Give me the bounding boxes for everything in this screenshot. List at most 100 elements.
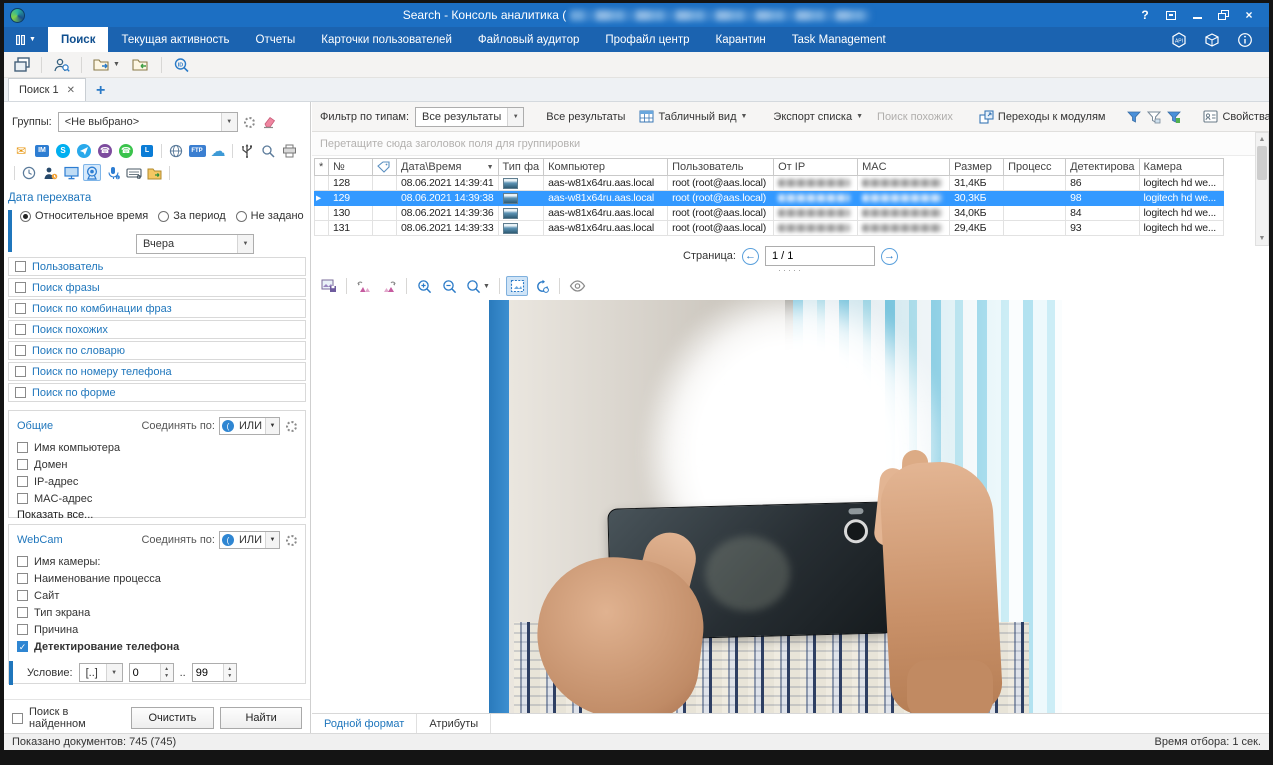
menu-tab-profile-center[interactable]: Профайл центр (592, 27, 702, 52)
viber-icon[interactable]: ☎ (96, 142, 114, 159)
telegram-icon[interactable] (75, 142, 93, 159)
search-in-found-checkbox[interactable] (12, 713, 23, 724)
eye-button[interactable] (566, 276, 588, 296)
export-folder-button[interactable]: ▼ (89, 55, 124, 75)
api-icon[interactable]: API (1170, 31, 1187, 48)
checkbox[interactable] (17, 459, 28, 470)
ftp-icon[interactable]: FTP (188, 142, 206, 159)
radio-not-set[interactable]: Не задано (236, 210, 304, 222)
common-cb-mac[interactable]: MAC-адрес (17, 490, 297, 507)
condition-from-spinner[interactable]: ▲▼ (129, 663, 174, 682)
webcam-cb-camera-name[interactable]: Имя камеры: (17, 553, 297, 570)
splitter-handle[interactable]: ····· (312, 266, 1269, 274)
keyboard-icon[interactable]: i (125, 164, 143, 181)
mail-icon[interactable]: ✉ (12, 142, 30, 159)
image-viewer[interactable]: mi (312, 300, 1269, 713)
monitor-icon[interactable] (62, 164, 80, 181)
checkbox[interactable] (17, 590, 28, 601)
col-size[interactable]: Размер (950, 159, 1004, 176)
chevron-down-icon[interactable]: ▼ (221, 113, 237, 131)
checkbox[interactable] (17, 573, 28, 584)
chevron-down-icon[interactable]: ▼ (265, 532, 279, 548)
col-filetype[interactable]: Тип фа (498, 159, 544, 176)
tab-native-format[interactable]: Родной формат (312, 714, 417, 734)
menu-tab-file-auditor[interactable]: Файловый аудитор (465, 27, 593, 52)
menu-tab-reports[interactable]: Отчеты (243, 27, 309, 52)
folder-share-icon[interactable] (146, 164, 164, 181)
user-search-button[interactable] (49, 55, 74, 75)
table-row[interactable]: 130 08.06.2021 14:39:36 aas-w81x64ru.aas… (315, 206, 1224, 221)
rotate-right-button[interactable] (378, 276, 400, 296)
clear-button[interactable]: Очистить (131, 707, 215, 729)
modules-button[interactable]: Переходы к модулям (975, 108, 1110, 126)
col-from-ip[interactable]: От IP (774, 159, 858, 176)
http-globe-icon[interactable] (167, 142, 185, 159)
reset-view-button[interactable] (531, 276, 553, 296)
join-by-select[interactable]: ( ИЛИ ▼ (219, 417, 280, 435)
condition-to-input[interactable] (193, 667, 223, 679)
webcam-cb-reason[interactable]: Причина (17, 621, 297, 638)
scroll-thumb[interactable] (1257, 146, 1267, 180)
checkbox[interactable] (17, 442, 28, 453)
skype-icon[interactable]: S (54, 142, 72, 159)
webcam-icon[interactable] (83, 164, 101, 181)
info-icon[interactable] (1236, 31, 1253, 48)
checkbox[interactable] (15, 303, 26, 314)
sort-desc-icon[interactable]: ▼ (487, 164, 494, 171)
show-all-link[interactable]: Показать все... (17, 509, 297, 521)
col-process[interactable]: Процесс (1004, 159, 1066, 176)
chevron-down-icon[interactable]: ▼ (237, 235, 253, 253)
device-search-icon[interactable] (259, 142, 277, 159)
checkbox[interactable] (17, 476, 28, 487)
menu-tab-task-management[interactable]: Task Management (779, 27, 899, 52)
groups-settings-gear-icon[interactable] (244, 117, 255, 128)
rotate-left-button[interactable] (353, 276, 375, 296)
col-datetime[interactable]: Дата\Время▼ (397, 159, 499, 176)
cloud-icon[interactable]: ☁ (209, 142, 227, 159)
checkbox[interactable] (15, 324, 26, 335)
tab-attributes[interactable]: Атрибуты (417, 714, 491, 734)
menu-tab-user-cards[interactable]: Карточки пользователей (308, 27, 465, 52)
checkbox[interactable] (17, 493, 28, 504)
table-row-selected[interactable]: ▸ 129 08.06.2021 14:39:38 aas-w81x64ru.a… (315, 191, 1224, 206)
zoom-in-button[interactable] (413, 276, 435, 296)
search-similar-button[interactable]: Поиск похожих (873, 109, 957, 125)
checkbox[interactable] (17, 624, 28, 635)
help-button[interactable]: ? (1139, 9, 1151, 21)
printer-icon[interactable] (280, 142, 298, 159)
prev-page-button[interactable]: ← (742, 248, 759, 265)
filter-phrase[interactable]: Поиск фразы (8, 278, 306, 297)
spinner-arrows-icon[interactable]: ▲▼ (223, 664, 236, 681)
funnel-clear-icon[interactable] (1147, 107, 1161, 127)
funnel-edit-icon[interactable] (1167, 107, 1181, 127)
checkbox[interactable] (17, 556, 28, 567)
clock-icon[interactable] (20, 164, 38, 181)
menu-tab-quarantine[interactable]: Карантин (703, 27, 779, 52)
webcam-cb-phone-detection[interactable]: ✓Детектирование телефона (17, 638, 297, 655)
relative-time-select[interactable]: Вчера ▼ (136, 234, 254, 254)
close-button[interactable]: × (1243, 9, 1255, 21)
im-icon[interactable]: IM (33, 142, 51, 159)
checkbox[interactable] (15, 282, 26, 293)
common-cb-ip[interactable]: IP-адрес (17, 473, 297, 490)
whatsapp-icon[interactable]: ☎ (117, 142, 135, 159)
chevron-down-icon[interactable]: ▼ (106, 664, 122, 681)
group-by-hint[interactable]: Перетащите сюда заголовок поля для групп… (312, 132, 1255, 156)
checkbox[interactable] (17, 607, 28, 618)
lync-icon[interactable]: L (138, 142, 156, 159)
microphone-icon[interactable]: i (104, 164, 122, 181)
webcam-cb-site[interactable]: Сайт (17, 587, 297, 604)
add-tab-button[interactable]: + (96, 83, 105, 99)
col-computer[interactable]: Компьютер (544, 159, 668, 176)
usb-icon[interactable] (238, 142, 256, 159)
type-filter-select[interactable]: Все результаты ▼ (415, 107, 524, 127)
funnel-filter-icon[interactable] (1127, 107, 1141, 127)
radio-relative-time[interactable]: Относительное время (20, 210, 148, 222)
webcam-cb-screen-type[interactable]: Тип экрана (17, 604, 297, 621)
filter-phrase-combination[interactable]: Поиск по комбинации фраз (8, 299, 306, 318)
webcam-cb-process-name[interactable]: Наименование процесса (17, 570, 297, 587)
chevron-down-icon[interactable]: ▼ (265, 418, 279, 434)
common-cb-computer-name[interactable]: Имя компьютера (17, 439, 297, 456)
checkbox-checked[interactable]: ✓ (17, 641, 28, 652)
page-input[interactable] (765, 246, 875, 266)
